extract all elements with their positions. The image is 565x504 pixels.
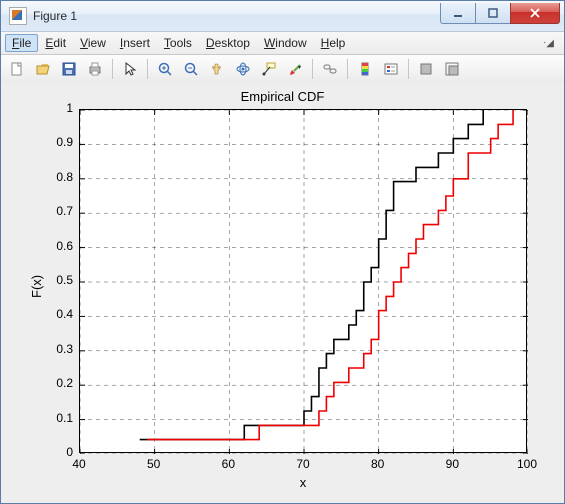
menu-desktop[interactable]: Desktop [199, 34, 257, 52]
menu-view[interactable]: View [73, 34, 113, 52]
menu-edit[interactable]: Edit [38, 34, 73, 52]
link-plots-icon [322, 61, 338, 77]
close-icon [529, 7, 541, 19]
y-tick: 0.1 [43, 411, 73, 425]
window-controls [441, 3, 560, 23]
edit-plot-button[interactable] [118, 57, 142, 81]
pan-button[interactable] [205, 57, 229, 81]
zoom-out-icon [183, 61, 199, 77]
rotate-3d-button[interactable] [231, 57, 255, 81]
window-title: Figure 1 [33, 9, 77, 23]
colorbar-icon [357, 61, 373, 77]
x-tick: 70 [291, 457, 315, 471]
menu-help[interactable]: Help [314, 34, 353, 52]
brush-button[interactable] [283, 57, 307, 81]
hide-plot-tools-button[interactable] [414, 57, 438, 81]
pointer-icon [122, 61, 138, 77]
data-cursor-button[interactable] [257, 57, 281, 81]
y-tick: 0.4 [43, 307, 73, 321]
x-tick: 100 [515, 457, 539, 471]
open-icon [35, 61, 51, 77]
hide-plot-tools-icon [418, 61, 434, 77]
link-plots-button[interactable] [318, 57, 342, 81]
print-icon [87, 61, 103, 77]
x-tick: 50 [142, 457, 166, 471]
x-axis-label: x [79, 475, 527, 490]
legend-icon [383, 61, 399, 77]
show-plot-tools-button[interactable] [440, 57, 464, 81]
titlebar[interactable]: Figure 1 [1, 1, 564, 32]
rotate-3d-icon [235, 61, 251, 77]
x-tick: 80 [366, 457, 390, 471]
save-icon [61, 61, 77, 77]
y-tick: 0.9 [43, 135, 73, 149]
new-figure-button[interactable] [5, 57, 29, 81]
save-button[interactable] [57, 57, 81, 81]
maximize-button[interactable] [475, 3, 511, 24]
toolbar-separator [147, 59, 148, 79]
axes[interactable] [79, 109, 527, 453]
toolbar-separator [312, 59, 313, 79]
y-tick: 1 [43, 101, 73, 115]
y-tick: 0.8 [43, 170, 73, 184]
new-figure-icon [9, 61, 25, 77]
zoom-out-button[interactable] [179, 57, 203, 81]
open-button[interactable] [31, 57, 55, 81]
y-tick: 0.3 [43, 342, 73, 356]
menu-file[interactable]: File [5, 34, 38, 52]
y-axis-label: F(x) [29, 275, 44, 298]
close-button[interactable] [510, 3, 560, 24]
pan-icon [209, 61, 225, 77]
brush-icon [287, 61, 303, 77]
insert-legend-button[interactable] [379, 57, 403, 81]
y-tick: 0.7 [43, 204, 73, 218]
toolbar [1, 55, 564, 84]
axes-title: Empirical CDF [1, 89, 564, 104]
y-tick: 0.5 [43, 273, 73, 287]
insert-colorbar-button[interactable] [353, 57, 377, 81]
y-tick: 0.2 [43, 376, 73, 390]
minimize-icon [452, 7, 464, 19]
toolbar-separator [347, 59, 348, 79]
toolbar-separator [408, 59, 409, 79]
toolbar-separator [112, 59, 113, 79]
y-tick: 0 [43, 445, 73, 459]
print-button[interactable] [83, 57, 107, 81]
figure-canvas[interactable]: Empirical CDF F(x) x 40 50 60 70 80 90 100 0 0.… [1, 83, 564, 503]
axes-svg [80, 110, 528, 454]
menu-tools[interactable]: Tools [157, 34, 199, 52]
matlab-figure-icon [9, 7, 27, 25]
zoom-in-button[interactable] [153, 57, 177, 81]
figure-window: Figure 1 File Edit View Insert Tools Des… [0, 0, 565, 504]
menu-insert[interactable]: Insert [113, 34, 157, 52]
x-tick: 40 [67, 457, 91, 471]
show-plot-tools-icon [444, 61, 460, 77]
x-tick: 60 [216, 457, 240, 471]
data-cursor-icon [261, 61, 277, 77]
minimize-button[interactable] [440, 3, 476, 24]
zoom-in-icon [157, 61, 173, 77]
y-tick: 0.6 [43, 239, 73, 253]
x-tick: 90 [440, 457, 464, 471]
maximize-icon [487, 7, 499, 19]
menu-window[interactable]: Window [257, 34, 314, 52]
menubar: File Edit View Insert Tools Desktop Wind… [1, 32, 564, 55]
menubar-overflow-icon[interactable]: ⋅◢ [543, 38, 560, 49]
